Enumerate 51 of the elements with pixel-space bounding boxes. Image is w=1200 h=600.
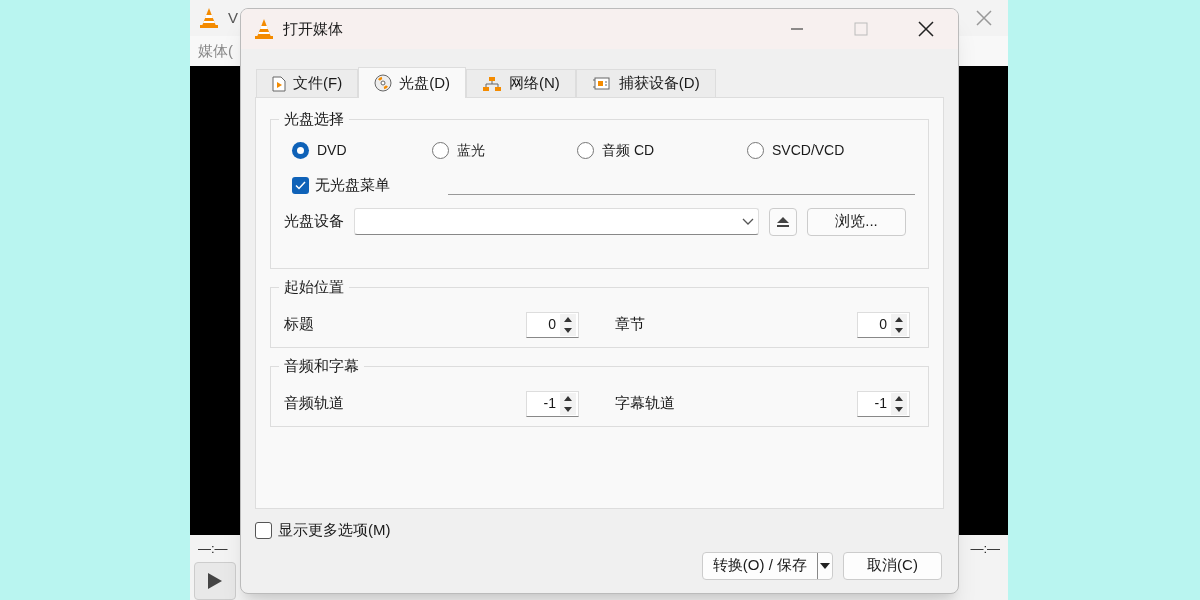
play-icon <box>207 572 223 590</box>
capture-card-icon <box>591 75 612 92</box>
play-button[interactable] <box>194 562 236 600</box>
cone-icon <box>198 6 220 29</box>
check-icon <box>295 180 306 190</box>
cone-icon <box>253 18 275 40</box>
spin-box[interactable]: 0 <box>857 311 910 338</box>
field-label: 音频轨道 <box>284 393 344 414</box>
network-icon <box>482 75 502 92</box>
radio-label: 蓝光 <box>457 140 485 160</box>
caret-icon <box>742 217 754 226</box>
spin-arrows-icon[interactable] <box>560 392 576 415</box>
tab[interactable]: 捕获设备(D) <box>575 69 716 97</box>
browse-button[interactable]: 浏览... <box>807 207 906 236</box>
spin-arrows-icon[interactable] <box>891 313 907 336</box>
tab[interactable]: 光盘(D) <box>358 67 466 98</box>
checkbox-label: 无光盘菜单 <box>315 175 391 195</box>
device-dropdown[interactable] <box>354 208 759 235</box>
spin-arrows-icon[interactable] <box>891 392 907 415</box>
radio-label: 音频 CD <box>602 140 655 160</box>
window-title: V <box>228 7 238 28</box>
spin-box[interactable]: -1 <box>857 390 910 417</box>
radio-button[interactable] <box>432 141 449 159</box>
radio-label: DVD <box>317 140 347 160</box>
checkbox[interactable] <box>292 176 309 194</box>
field-label: 标题 <box>284 314 314 335</box>
close-icon[interactable] <box>918 21 934 37</box>
caret-icon[interactable] <box>820 562 830 569</box>
spin-box[interactable]: -1 <box>526 390 579 417</box>
tab[interactable]: 网络(N) <box>466 69 576 97</box>
window-title: 打开媒体 <box>283 18 343 39</box>
document-icon <box>272 75 286 92</box>
convert-save-button[interactable]: 转换(O) / 保存 <box>701 551 833 580</box>
radio-button[interactable] <box>577 141 594 159</box>
spin-arrows-icon[interactable] <box>560 313 576 336</box>
elapsed-time: —:— <box>198 539 228 558</box>
spin-box[interactable]: 0 <box>526 311 579 338</box>
eject-icon <box>776 215 790 228</box>
total-time: —:— <box>970 539 1000 558</box>
field-label: 章节 <box>615 314 645 335</box>
radio-button[interactable] <box>747 141 764 159</box>
radio-label: SVCD/VCD <box>772 140 845 160</box>
eject-button[interactable] <box>769 207 797 236</box>
field-label: 光盘设备 <box>284 211 344 232</box>
cancel-button[interactable]: 取消(C) <box>843 551 942 580</box>
field-label: 字幕轨道 <box>615 393 675 414</box>
checkbox[interactable] <box>255 521 272 539</box>
radio-button[interactable] <box>292 141 309 159</box>
checkbox-label: 显示更多选项(M) <box>278 520 391 540</box>
tab[interactable]: 文件(F) <box>256 69 359 97</box>
disc-icon <box>374 74 393 92</box>
